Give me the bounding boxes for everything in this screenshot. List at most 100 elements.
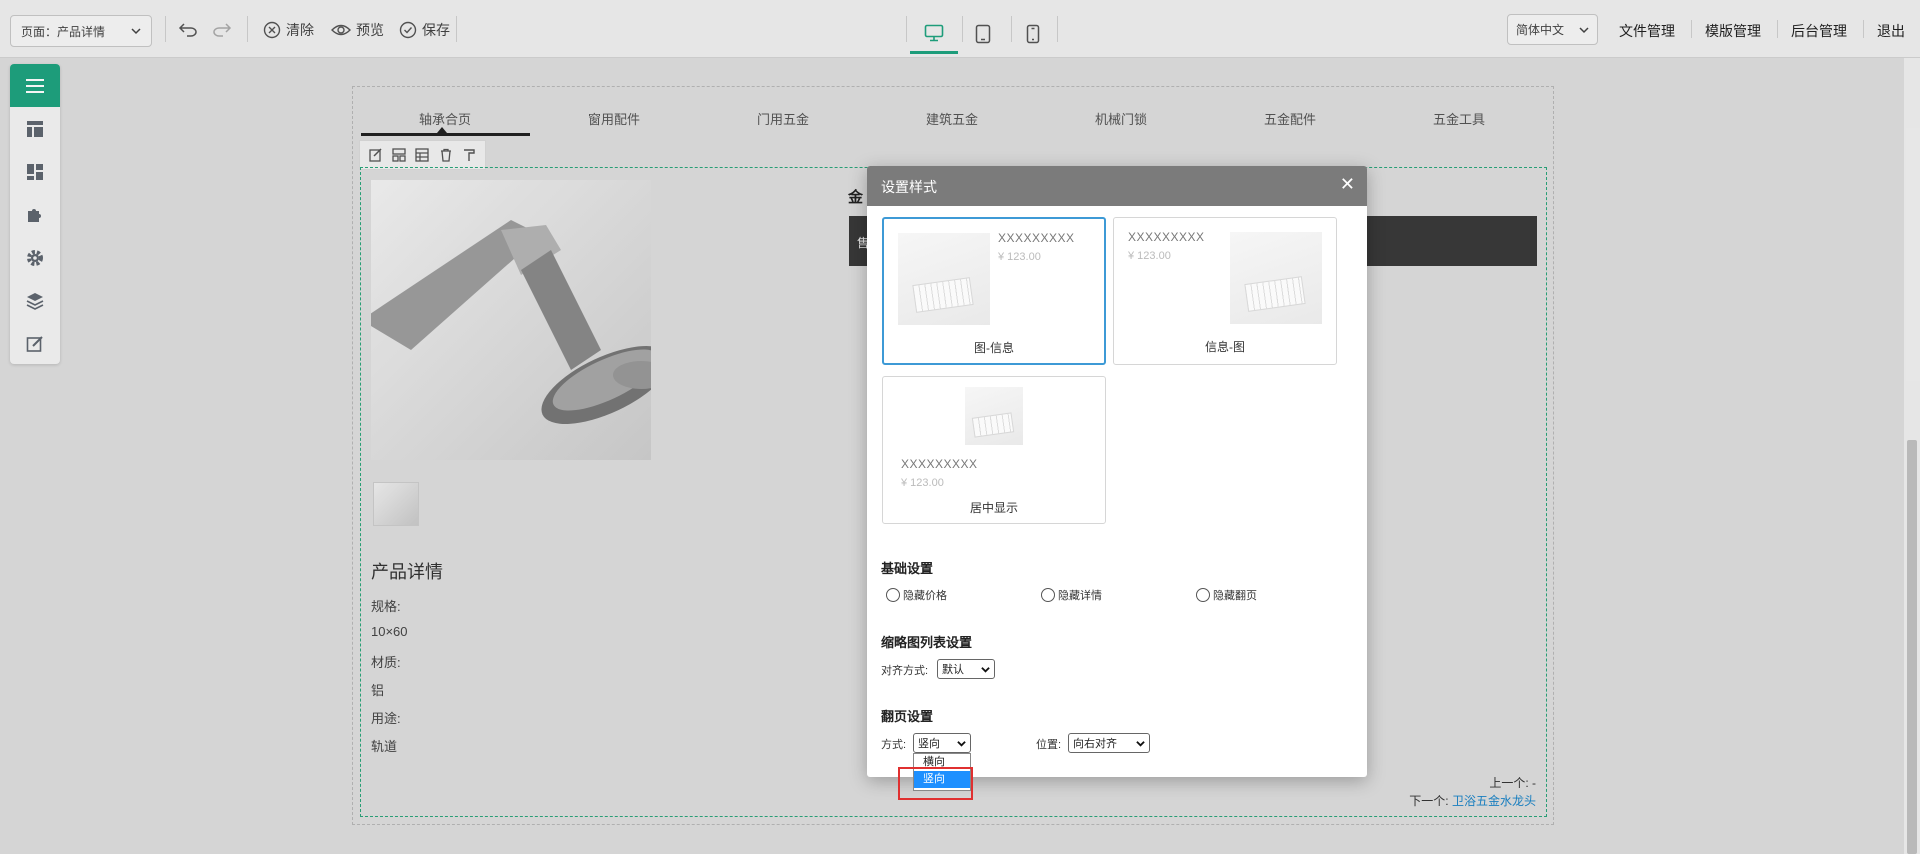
- tablet-view-button[interactable]: [959, 14, 1007, 54]
- desktop-view-button[interactable]: [910, 14, 958, 54]
- divider: [1777, 20, 1778, 38]
- style-product-name: XXXXXXXXX: [1128, 230, 1205, 244]
- undo-icon[interactable]: [176, 18, 200, 42]
- divider: [906, 16, 907, 42]
- active-nav-underline: [361, 133, 530, 136]
- dialog-title: 设置样式: [881, 179, 937, 195]
- nav-item[interactable]: 五金工具: [1375, 109, 1543, 128]
- mobile-view-button[interactable]: [1009, 14, 1057, 54]
- align-label: 对齐方式:: [881, 665, 929, 677]
- radio-label: 隐藏翻页: [1213, 590, 1257, 602]
- chevron-down-icon: [957, 740, 966, 747]
- module-toolbox: [359, 140, 486, 170]
- save-button[interactable]: 保存: [399, 18, 450, 42]
- hide-paging-radio[interactable]: 隐藏翻页: [1196, 587, 1257, 603]
- nav-item[interactable]: 机械门锁: [1037, 109, 1205, 128]
- language-select[interactable]: 简体中文: [1507, 14, 1598, 45]
- next-label: 下一个:: [1409, 794, 1449, 808]
- dashboard-icon: [27, 163, 43, 180]
- next-link[interactable]: 下一个: 卫浴五金水龙头: [1409, 792, 1536, 809]
- style-option-image-info[interactable]: XXXXXXXXX ¥ 123.00 图-信息: [882, 217, 1106, 365]
- prev-link[interactable]: 上一个: -: [1489, 774, 1536, 791]
- preview-button[interactable]: 预览: [331, 18, 384, 42]
- gear-icon: [27, 249, 43, 266]
- nav-item[interactable]: 建筑五金: [868, 109, 1036, 128]
- scrollbar-thumb[interactable]: [1907, 440, 1917, 854]
- layout-icon[interactable]: [392, 148, 406, 162]
- layers-button[interactable]: [10, 279, 60, 322]
- keyboard-image: [971, 412, 1015, 438]
- hide-detail-radio[interactable]: 隐藏详情: [1041, 587, 1102, 603]
- admin-link[interactable]: 后台管理: [1791, 21, 1847, 41]
- mobile-icon: [1026, 24, 1040, 44]
- style-option-info-image[interactable]: XXXXXXXXX ¥ 123.00 信息-图: [1113, 217, 1337, 365]
- product-thumbnail[interactable]: [373, 482, 419, 526]
- radio-circle: [886, 588, 900, 602]
- door-handle-illustration: [371, 220, 651, 424]
- product-image[interactable]: [371, 180, 651, 460]
- clear-icon: [263, 21, 281, 39]
- divider: [165, 16, 166, 42]
- layers-icon: [26, 292, 44, 310]
- mode-label: 方式:: [881, 739, 907, 751]
- divider: [456, 16, 457, 42]
- format-brush-icon[interactable]: [462, 148, 476, 162]
- keyboard-image: [1244, 276, 1306, 312]
- align-value: 默认: [942, 664, 964, 676]
- paging-mode-select[interactable]: 竖向: [913, 733, 971, 753]
- check-circle-icon: [399, 21, 417, 39]
- nav-item[interactable]: 轴承合页: [361, 109, 529, 128]
- clear-label: 清除: [286, 22, 314, 38]
- dashboard-button[interactable]: [10, 150, 60, 193]
- align-select[interactable]: 默认: [937, 659, 995, 679]
- style-preview-image: [1230, 232, 1322, 324]
- highlight-annotation-box: [898, 767, 973, 800]
- style-product-price: ¥ 123.00: [901, 477, 944, 489]
- layout-icon: [27, 120, 43, 137]
- clear-button[interactable]: 清除: [263, 18, 314, 42]
- nav-item[interactable]: 窗用配件: [530, 109, 698, 128]
- nav-item[interactable]: 五金配件: [1206, 109, 1374, 128]
- hide-price-radio[interactable]: 隐藏价格: [886, 587, 947, 603]
- chevron-down-icon: [981, 666, 990, 673]
- divider: [1691, 20, 1692, 38]
- puzzle-icon: [28, 208, 41, 222]
- top-toolbar: 页面：产品详情 清除 预览 保存 简体中文 文件管理 模版管理 后台管理 退出: [0, 0, 1920, 58]
- template-manager-link[interactable]: 模版管理: [1705, 21, 1761, 41]
- style-option-centered[interactable]: XXXXXXXXX ¥ 123.00 居中显示: [882, 376, 1106, 524]
- radio-label: 隐藏价格: [903, 590, 947, 602]
- menu-icon: [26, 78, 44, 93]
- nav-item[interactable]: 门用五金: [699, 109, 867, 128]
- tablet-icon: [975, 24, 991, 44]
- style-caption: 信息-图: [1205, 340, 1245, 354]
- close-icon[interactable]: ✕: [1340, 174, 1355, 195]
- style-product-name: XXXXXXXXX: [998, 231, 1075, 245]
- logout-link[interactable]: 退出: [1877, 21, 1905, 41]
- style-caption: 图-信息: [974, 341, 1014, 355]
- plugin-button[interactable]: [10, 193, 60, 236]
- next-product-link[interactable]: 卫浴五金水龙头: [1452, 794, 1536, 808]
- file-manager-link[interactable]: 文件管理: [1619, 21, 1675, 41]
- trash-icon[interactable]: [439, 148, 453, 162]
- position-label: 位置:: [1036, 739, 1062, 751]
- page-select[interactable]: 页面：产品详情: [10, 15, 152, 47]
- divider: [247, 16, 248, 42]
- left-sidebar: [10, 64, 60, 364]
- style-preview-image: [965, 387, 1023, 445]
- spec-value: 轨道: [371, 739, 398, 754]
- menu-toggle-button[interactable]: [10, 64, 60, 107]
- edit-icon[interactable]: [369, 148, 383, 162]
- style-product-name: XXXXXXXXX: [901, 457, 978, 471]
- paging-position-select[interactable]: 向右对齐: [1068, 733, 1150, 753]
- chevron-down-icon: [131, 28, 141, 35]
- spec-label: 规格:: [371, 599, 401, 614]
- radio-label: 隐藏详情: [1058, 590, 1102, 602]
- layout-button[interactable]: [10, 107, 60, 150]
- edit-button[interactable]: [10, 322, 60, 365]
- settings-button[interactable]: [10, 236, 60, 279]
- table-icon[interactable]: [415, 148, 430, 162]
- radio-circle: [1041, 588, 1055, 602]
- product-title: 金: [848, 189, 864, 206]
- redo-icon[interactable]: [210, 18, 234, 42]
- style-preview-image: [898, 233, 990, 325]
